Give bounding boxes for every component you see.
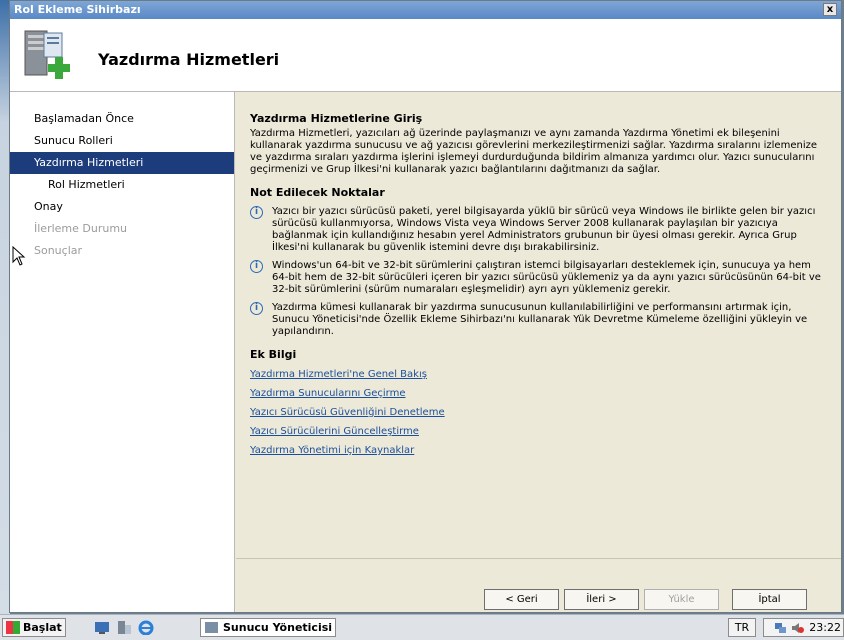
windows-logo-icon xyxy=(6,621,20,634)
link-overview[interactable]: Yazdırma Hizmetleri'ne Genel Bakış xyxy=(250,369,830,381)
page-title: Yazdırma Hizmetleri xyxy=(98,50,280,69)
back-button[interactable]: < Geri xyxy=(484,589,559,610)
server-add-icon xyxy=(24,30,70,79)
wizard-window: Rol Ekleme Sihirbazı x Yazdırma Hizmetle… xyxy=(9,0,842,613)
note-text: Windows'un 64-bit ve 32-bit sürümlerini … xyxy=(272,260,821,295)
note-item: i Windows'un 64-bit ve 32-bit sürümlerin… xyxy=(250,260,830,296)
step-confirmation[interactable]: Onay xyxy=(10,196,234,218)
info-icon: i xyxy=(250,302,263,315)
task-server-manager[interactable]: Sunucu Yöneticisi xyxy=(200,618,336,637)
link-driver-security[interactable]: Yazıcı Sürücüsü Güvenliğini Denetleme xyxy=(250,407,830,419)
info-icon: i xyxy=(250,206,263,219)
note-text: Yazıcı bir yazıcı sürücüsü paketi, yerel… xyxy=(272,206,816,253)
install-button: Yükle xyxy=(644,589,719,610)
wizard-steps: Başlamadan Önce Sunucu Rolleri Yazdırma … xyxy=(10,92,235,612)
start-label: Başlat xyxy=(23,621,62,634)
note-text: Yazdırma kümesi kullanarak bir yazdırma … xyxy=(272,302,808,337)
notes-heading: Not Edilecek Noktalar xyxy=(250,186,385,199)
start-button[interactable]: Başlat xyxy=(2,618,66,637)
wizard-header: Yazdırma Hizmetleri xyxy=(10,19,841,92)
step-print-services[interactable]: Yazdırma Hizmetleri xyxy=(10,152,234,174)
step-results: Sonuçlar xyxy=(34,244,83,257)
mouse-cursor-icon xyxy=(12,246,26,266)
server-manager-icon[interactable] xyxy=(116,620,132,635)
intro-text: Yazdırma Hizmetleri, yazıcıları ağ üzeri… xyxy=(250,128,817,175)
step-role-services[interactable]: Rol Hizmetleri xyxy=(10,174,234,196)
info-icon: i xyxy=(250,260,263,273)
step-progress: İlerleme Durumu xyxy=(34,222,128,235)
volume-muted-icon[interactable] xyxy=(791,622,804,634)
clock[interactable]: 23:22 xyxy=(809,620,841,635)
more-info-heading: Ek Bilgi xyxy=(250,348,297,361)
network-icon[interactable] xyxy=(774,622,787,634)
note-item: i Yazıcı bir yazıcı sürücüsü paketi, yer… xyxy=(250,206,830,254)
window-title: Rol Ekleme Sihirbazı xyxy=(14,3,141,16)
close-button[interactable]: x xyxy=(823,3,837,16)
title-bar: Rol Ekleme Sihirbazı x xyxy=(10,1,841,19)
taskbar: Başlat Sunucu Yöneticisi TR 23:22 xyxy=(0,614,844,640)
task-label: Sunucu Yöneticisi xyxy=(223,621,333,634)
note-item: i Yazdırma kümesi kullanarak bir yazdırm… xyxy=(250,302,830,338)
language-indicator[interactable]: TR xyxy=(728,618,756,637)
button-bar: < Geri İleri > Yükle İptal xyxy=(236,558,841,613)
next-button[interactable]: İleri > xyxy=(564,589,639,610)
link-migrate[interactable]: Yazdırma Sunucularını Geçirme xyxy=(250,388,830,400)
internet-explorer-icon[interactable] xyxy=(138,620,154,635)
intro-heading: Yazdırma Hizmetlerine Giriş xyxy=(250,112,423,125)
server-manager-icon xyxy=(205,622,218,633)
step-before-begin[interactable]: Başlamadan Önce xyxy=(10,108,234,130)
show-desktop-icon[interactable] xyxy=(94,620,110,635)
step-server-roles[interactable]: Sunucu Rolleri xyxy=(10,130,234,152)
link-resources[interactable]: Yazdırma Yönetimi için Kaynaklar xyxy=(250,445,830,457)
main-panel: Yazdırma Hizmetlerine Giriş Yazdırma Hiz… xyxy=(236,92,841,612)
system-tray: 23:22 xyxy=(763,618,844,637)
cancel-button[interactable]: İptal xyxy=(732,589,807,610)
link-update-drivers[interactable]: Yazıcı Sürücülerini Güncelleştirme xyxy=(250,426,830,438)
content-area: Yazdırma Hizmetlerine Giriş Yazdırma Hiz… xyxy=(250,112,830,457)
